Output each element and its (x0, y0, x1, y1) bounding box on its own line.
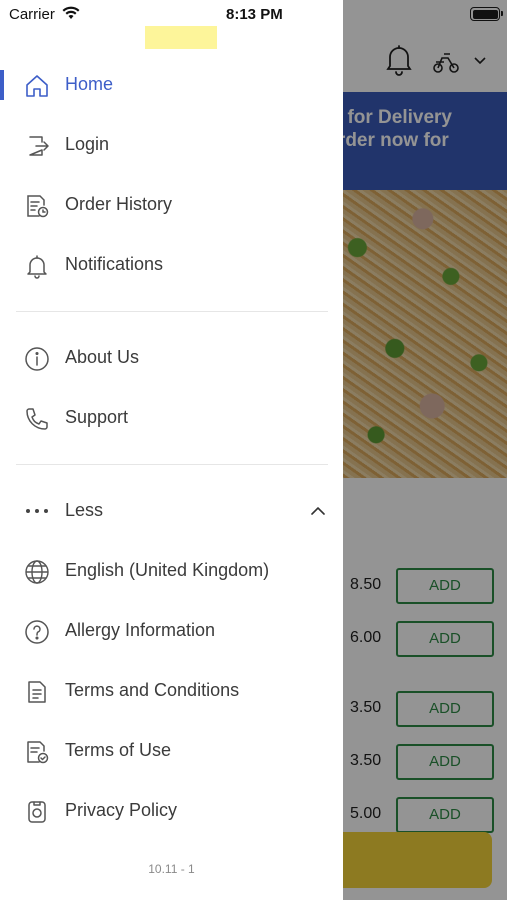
menu-item-label: English (United Kingdom) (65, 560, 270, 580)
menu-item-label: Support (65, 407, 129, 427)
menu-item-privacy-policy[interactable]: Privacy Policy (0, 781, 343, 841)
menu-item-label: Terms and Conditions (65, 680, 240, 700)
divider (16, 464, 328, 465)
menu-item-label: Home (65, 74, 114, 94)
menu-item-label: Order History (65, 194, 173, 214)
menu-item-home[interactable]: Home (0, 55, 343, 115)
app-version: 10.11 - 1 (148, 862, 195, 876)
menu-item-label: Less (65, 500, 104, 520)
menu-item-terms-and-conditions[interactable]: Terms and Conditions (0, 661, 343, 721)
question-icon (24, 619, 50, 645)
globe-icon (24, 559, 50, 585)
info-icon (24, 346, 50, 372)
menu-item-notifications[interactable]: Notifications (0, 235, 343, 295)
battery-icon (470, 7, 503, 21)
phone-icon (24, 406, 50, 432)
menu-item-label: Privacy Policy (65, 800, 178, 820)
menu-item-label: About Us (65, 347, 140, 367)
brand-logo (145, 26, 217, 49)
clock: 8:13 PM (226, 6, 283, 23)
menu-item-label: Allergy Information (65, 620, 216, 640)
chevron-up-icon (310, 505, 326, 517)
document-icon (24, 679, 50, 705)
document-check-icon (24, 739, 50, 765)
carrier-label: Carrier (9, 6, 55, 23)
menu-item-allergy-information[interactable]: Allergy Information (0, 601, 343, 661)
menu-item-language[interactable]: English (United Kingdom) (0, 541, 343, 601)
menu-item-order-history[interactable]: Order History (0, 175, 343, 235)
menu-item-label: Login (65, 134, 110, 154)
menu-item-terms-of-use[interactable]: Terms of Use (0, 721, 343, 781)
divider (16, 311, 328, 312)
menu-item-label: Notifications (65, 254, 164, 274)
menu-item-login[interactable]: Login (0, 115, 343, 175)
more-dots-icon (24, 499, 50, 525)
menu-item-support[interactable]: Support (0, 388, 343, 448)
navigation-drawer: Home Login Order History Notifications A… (0, 0, 343, 900)
menu-item-label: Terms of Use (65, 740, 172, 760)
order-history-icon (24, 193, 50, 219)
wifi-icon (62, 6, 80, 20)
bell-icon (24, 253, 50, 279)
status-bar: Carrier 8:13 PM (0, 0, 507, 28)
home-icon (24, 73, 50, 99)
menu-toggle-less[interactable]: Less (0, 481, 343, 541)
privacy-icon (24, 799, 50, 825)
login-icon (24, 133, 50, 159)
menu-item-about-us[interactable]: About Us (0, 328, 343, 388)
